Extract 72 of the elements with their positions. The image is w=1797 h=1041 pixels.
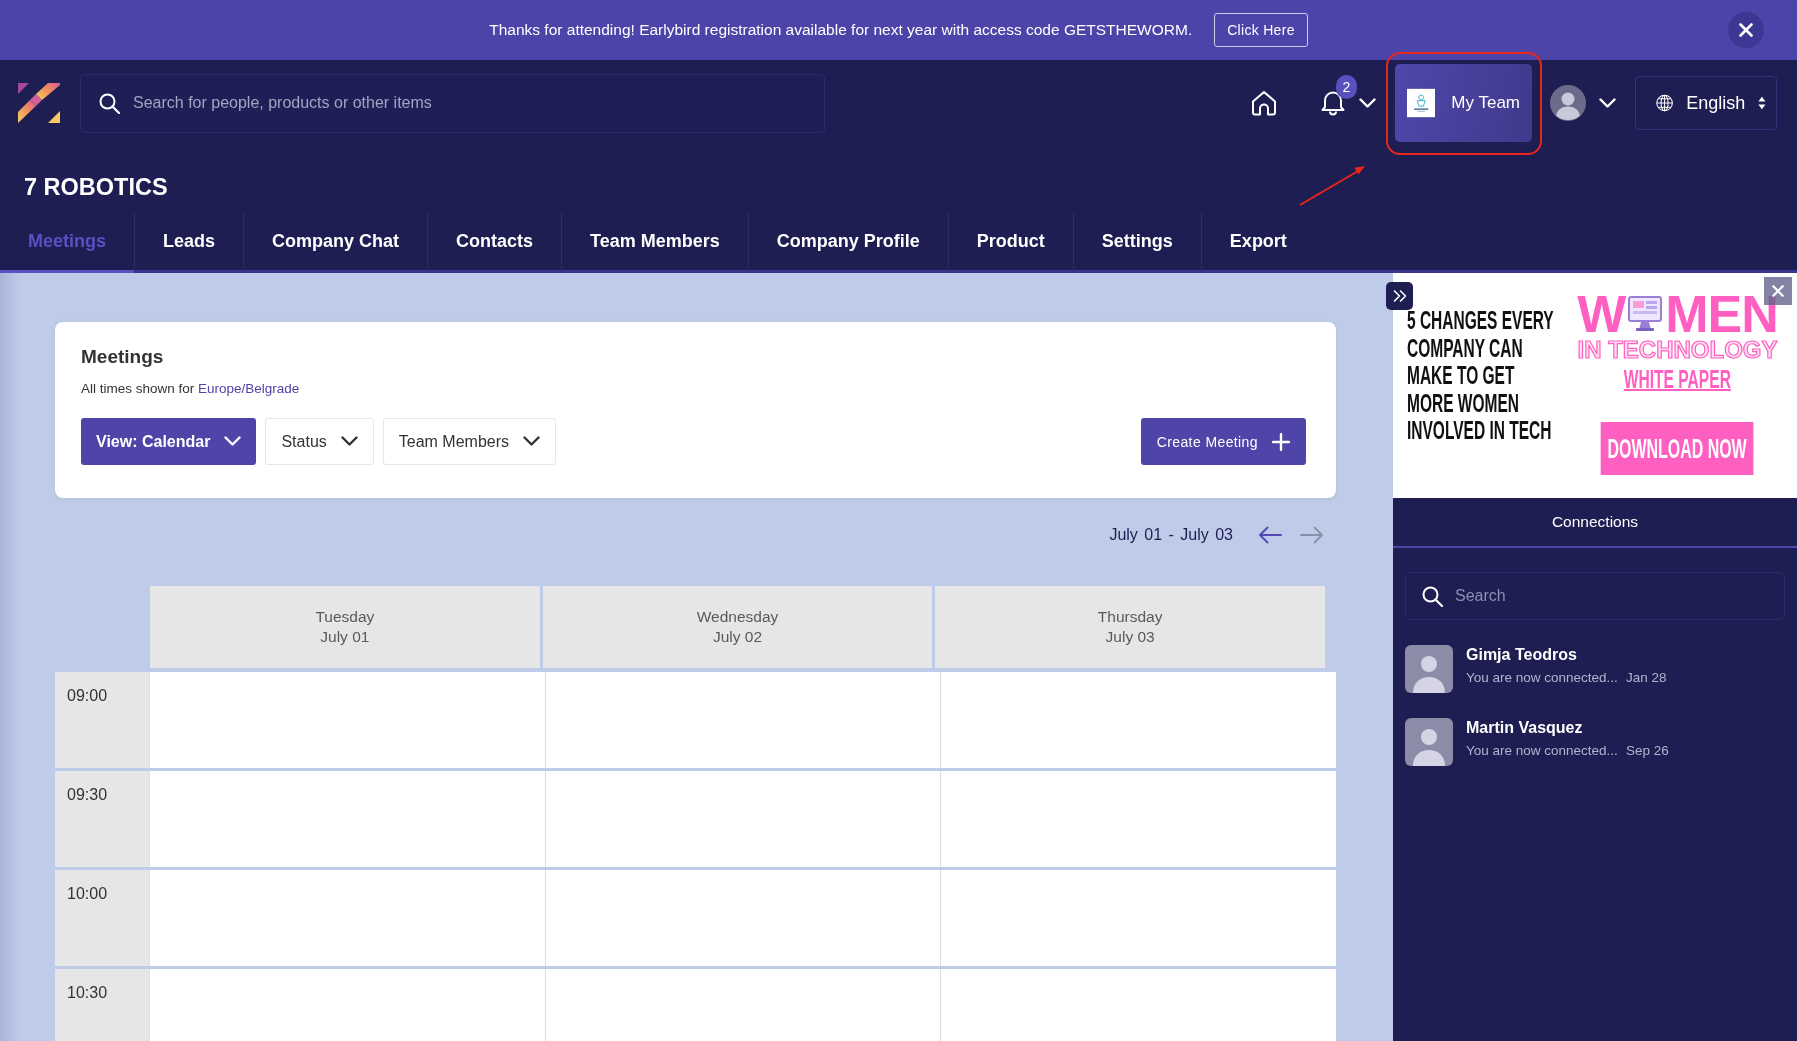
connection-name[interactable]: Martin Vasquez xyxy=(1466,718,1669,738)
globe-icon xyxy=(1656,92,1674,114)
connection-message: You are now connected... xyxy=(1466,669,1618,687)
create-meeting-button[interactable]: Create Meeting xyxy=(1140,418,1306,465)
avatar-icon[interactable] xyxy=(1550,85,1586,121)
timezone-note: All times shown for Europe/Belgrade xyxy=(81,381,301,397)
connection-name[interactable]: Gimja Teodros xyxy=(1466,645,1667,665)
expand-button[interactable] xyxy=(1386,282,1413,310)
search-icon xyxy=(1422,585,1443,607)
arrow-left-icon[interactable] xyxy=(1258,526,1282,544)
filter-dropdown[interactable]: Status xyxy=(265,418,374,465)
card-title: Meetings xyxy=(81,345,165,369)
close-button[interactable] xyxy=(1728,12,1764,48)
time-slot-cell[interactable] xyxy=(150,870,545,966)
timezone-link[interactable]: Europe/Belgrade xyxy=(198,381,300,396)
ad-subtitle: IN TECHNOLOGY xyxy=(1577,338,1778,362)
language-select[interactable]: English xyxy=(1635,76,1777,130)
chevron-down-icon[interactable] xyxy=(1359,97,1376,109)
time-cell: 09:30 xyxy=(55,771,149,867)
weekday-label: Tuesday xyxy=(315,607,375,627)
time-slot-cell[interactable] xyxy=(941,969,1336,1041)
time-cell: 10:00 xyxy=(55,870,149,966)
close-icon xyxy=(1772,285,1784,297)
time-cell: 10:30 xyxy=(55,969,149,1041)
search-icon xyxy=(99,92,120,114)
chevron-down-icon xyxy=(340,436,358,447)
time-slot-cell[interactable] xyxy=(545,672,941,768)
connections-title: Connections xyxy=(1551,513,1639,531)
ad-headline: 5 CHANGES EVERY COMPANY CAN MAKE TO GET MORE WOMEN INVOLVED IN TECH xyxy=(1407,307,1555,445)
chevron-down-icon xyxy=(224,436,242,447)
date-label: July 02 xyxy=(712,627,763,647)
time-slot-cell[interactable] xyxy=(545,969,941,1041)
date-label: July 03 xyxy=(1105,627,1155,647)
weekday-label: Wednesday xyxy=(696,607,779,627)
filter-dropdown[interactable]: Team Members xyxy=(382,418,557,465)
search-input[interactable]: Search xyxy=(1455,587,1772,605)
weekday-label: Thursday xyxy=(1097,607,1163,627)
time-cell: 09:00 xyxy=(55,672,149,768)
announcement-text: Thanks for attending! Earlybird registration available for next year with access code GETSTHEWORM. xyxy=(489,21,1193,39)
my-team-button[interactable]: My Team xyxy=(1395,64,1532,142)
connection-date: Sep 26 xyxy=(1625,742,1669,760)
time-slot-cell[interactable] xyxy=(150,771,545,867)
time-slot-cell[interactable] xyxy=(941,672,1336,768)
sort-arrows-icon xyxy=(1758,94,1766,112)
close-icon xyxy=(1739,23,1753,37)
ad-title-text: W xyxy=(1577,293,1626,335)
ad-title-text: MEN xyxy=(1665,293,1778,335)
time-slot-cell[interactable] xyxy=(150,969,545,1041)
time-slot-cell[interactable] xyxy=(941,870,1336,966)
time-slot-cell[interactable] xyxy=(545,771,941,867)
date-range: July 01 - July 03 xyxy=(1109,526,1233,544)
click-here-button[interactable]: Click Here xyxy=(1214,13,1308,47)
chevron-down-icon[interactable] xyxy=(1599,97,1616,109)
connection-message: You are now connected... xyxy=(1466,742,1618,760)
date-label: July 01 xyxy=(320,627,370,647)
company-name: 7 ROBOTICS xyxy=(24,174,168,200)
plus-icon xyxy=(1272,432,1290,451)
notification-badge: 2 xyxy=(1336,75,1357,99)
home-icon[interactable] xyxy=(1251,90,1277,116)
monitor-icon xyxy=(1627,295,1664,333)
time-slot-cell[interactable] xyxy=(150,672,545,768)
bell-icon[interactable] xyxy=(1320,90,1346,116)
connection-date: Jan 28 xyxy=(1625,669,1667,687)
search-field[interactable]: Search xyxy=(1405,572,1785,620)
logo-icon[interactable] xyxy=(18,83,60,123)
time-slot-cell[interactable] xyxy=(545,870,941,966)
search-input[interactable]: Search for people, products or other items xyxy=(133,94,806,112)
chevron-down-icon xyxy=(523,436,541,447)
search-field[interactable]: Search for people, products or other items xyxy=(80,73,825,133)
double-chevron-icon xyxy=(1391,288,1408,304)
filter-dropdown[interactable]: View: Calendar xyxy=(81,418,257,465)
time-slot-cell[interactable] xyxy=(941,771,1336,867)
